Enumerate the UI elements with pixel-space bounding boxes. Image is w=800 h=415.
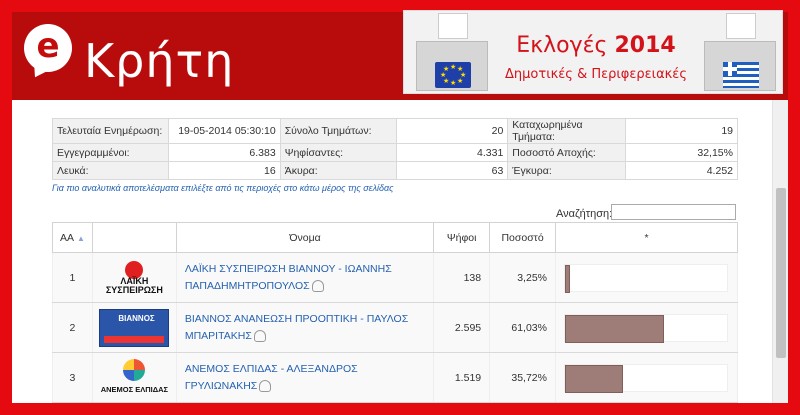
banner-title: Εκλογές 2014: [496, 33, 696, 58]
ballot-box: ★ ★ ★ ★ ★ ★ ★ ★: [416, 41, 488, 91]
valid-label: Έγκυρα:: [507, 161, 627, 180]
logo-text: ΛΑΪΚΗ ΣΥΣΠΕΙΡΩΣΗ: [105, 275, 163, 295]
viannos-logo-icon: ΒΙΑΝΝΟΣ: [99, 308, 170, 347]
banner-title-year: 2014: [614, 33, 676, 58]
bottom-frame: [0, 403, 800, 415]
row-votes: 1.519: [433, 352, 491, 403]
party-name-cell: ΑΝΕΜΟΣ ΕΛΠΙΔΑΣ - ΑΛΕΞΑΝΔΡΟΣ ΓΡΥΛΙΩΝΑΚΗΣ: [175, 352, 435, 403]
abstention-value: 32,15%: [625, 143, 738, 162]
table-row: 3 ΑΝΕΜΟΣ ΕΛΠΙΔΑΣ ΑΝΕΜΟΣ ΕΛΠΙΔΑΣ - ΑΛΕΞΑΝ…: [52, 352, 738, 403]
party-name-cell: ΒΙΑΝΝΟΣ ΑΝΑΝΕΩΣΗ ΠΡΟΟΠΤΙΚΗ - ΠΑΥΛΟΣ ΜΠΑΡ…: [175, 302, 435, 353]
ballot-box: [704, 41, 776, 91]
greek-ballot-box-icon: [704, 13, 776, 91]
banner-title-prefix: Εκλογές: [516, 33, 608, 58]
results-content: Τελευταία Ενημέρωση: 19-05-2014 05:30:10…: [12, 100, 788, 403]
sections-total-label: Σύνολο Τμημάτων:: [279, 118, 397, 144]
vote-share-bar: [565, 314, 664, 343]
registered-value: 6.383: [167, 143, 281, 162]
row-percent: 3,25%: [489, 252, 556, 303]
logo-text: ΑΝΕΜΟΣ ΕΛΠΙΔΑΣ: [100, 384, 169, 394]
row-votes: 2.595: [433, 302, 491, 353]
sort-asc-icon: ▲: [77, 233, 85, 243]
results-header-row: ΑΑ ▲ Όνομα Ψήφοι Ποσοστό *: [52, 222, 738, 253]
col-percent-header[interactable]: Ποσοστό: [489, 222, 556, 253]
col-votes-header[interactable]: Ψήφοι: [433, 222, 491, 253]
summary-row: Τελευταία Ενημέρωση: 19-05-2014 05:30:10…: [52, 118, 738, 144]
blank-value: 16: [167, 161, 281, 180]
invalid-value: 63: [395, 161, 509, 180]
valid-value: 4.252: [625, 161, 738, 180]
blank-label: Λευκά:: [52, 161, 169, 180]
party-name-link[interactable]: ΑΝΕΜΟΣ ΕΛΠΙΔΑΣ - ΑΛΕΞΑΝΔΡΟΣ ΓΡΥΛΙΩΝΑΚΗΣ: [185, 363, 358, 392]
bar-track: [564, 263, 728, 293]
logo-text: ΒΙΑΝΝΟΣ: [118, 313, 155, 323]
party-logo: ΒΙΑΝΝΟΣ: [91, 302, 177, 353]
row-bar-cell: [555, 302, 738, 353]
summary-table: Τελευταία Ενημέρωση: 19-05-2014 05:30:10…: [52, 118, 738, 180]
row-bar-cell: [555, 252, 738, 303]
bar-track: [564, 363, 728, 393]
vertical-scrollbar[interactable]: [772, 100, 788, 403]
invalid-label: Άκυρα:: [279, 161, 397, 180]
greek-flag-icon: [723, 62, 759, 88]
col-logo-header[interactable]: [91, 222, 177, 253]
row-votes: 138: [433, 252, 491, 303]
banner-subtitle: Δημοτικές & Περιφερειακές: [505, 67, 687, 82]
party-logo: ΑΝΕΜΟΣ ΕΛΠΙΔΑΣ: [91, 352, 177, 403]
party-name-link[interactable]: ΒΙΑΝΝΟΣ ΑΝΑΝΕΩΣΗ ΠΡΟΟΠΤΙΚΗ - ΠΑΥΛΟΣ ΜΠΑΡ…: [185, 313, 408, 342]
registered-label: Εγγεγραμμένοι:: [52, 143, 169, 162]
row-rank: 1: [52, 252, 93, 303]
sections-total-value: 20: [395, 118, 509, 144]
row-percent: 35,72%: [489, 352, 556, 403]
greek-flag-cross: [723, 62, 737, 76]
table-row: 1 ΛΑΪΚΗ ΣΥΣΠΕΙΡΩΣΗ ΛΑΪΚΗ ΣΥΣΠΕΙΡΩΣΗ ΒΙΑΝ…: [52, 252, 738, 303]
site-title[interactable]: Κρήτη: [84, 34, 234, 88]
pinwheel-icon: [123, 358, 146, 381]
voted-value: 4.331: [395, 143, 509, 162]
row-rank: 3: [52, 352, 93, 403]
candidate-icon[interactable]: [259, 379, 272, 392]
candidate-icon[interactable]: [253, 329, 266, 342]
party-logo: ΛΑΪΚΗ ΣΥΣΠΕΙΡΩΣΗ: [91, 252, 177, 303]
summary-row: Λευκά: 16 Άκυρα: 63 Έγκυρα: 4.252: [52, 161, 738, 180]
row-rank: 2: [52, 302, 93, 353]
eu-ballot-box-icon: ★ ★ ★ ★ ★ ★ ★ ★: [416, 13, 488, 91]
vote-share-bar: [565, 364, 623, 393]
sections-counted-value: 19: [625, 118, 738, 144]
search-label: Αναζήτηση:: [556, 208, 613, 220]
ballot-slip: [726, 13, 756, 39]
ekriti-logo-icon[interactable]: e: [24, 24, 72, 82]
row-bar-cell: [555, 352, 738, 403]
summary-row: Εγγεγραμμένοι: 6.383 Ψηφίσαντες: 4.331 Π…: [52, 143, 738, 162]
logo-banner-strip: [104, 335, 165, 343]
party-name-cell: ΛΑΪΚΗ ΣΥΣΠΕΙΡΩΣΗ ΒΙΑΝΝΟΥ - ΙΩΑΝΝΗΣ ΠΑΠΑΔ…: [175, 252, 435, 303]
col-bar-header[interactable]: *: [555, 222, 738, 253]
col-rank-header[interactable]: ΑΑ ▲: [52, 222, 93, 253]
abstention-label: Ποσοστό Αποχής:: [507, 143, 627, 162]
sections-counted-label: Καταχωρημένα Τμήματα:: [507, 118, 627, 144]
anemos-elpidas-logo-icon: ΑΝΕΜΟΣ ΕΛΠΙΔΑΣ: [99, 358, 169, 397]
last-update-label: Τελευταία Ενημέρωση:: [52, 118, 169, 144]
eu-flag-icon: ★ ★ ★ ★ ★ ★ ★ ★: [435, 62, 471, 88]
col-rank-label: ΑΑ: [59, 231, 74, 244]
vote-share-bar: [565, 264, 571, 293]
voted-label: Ψηφίσαντες:: [279, 143, 397, 162]
ballot-slip: [438, 13, 468, 39]
col-name-header[interactable]: Όνομα: [175, 222, 435, 253]
table-row: 2 ΒΙΑΝΝΟΣ ΒΙΑΝΝΟΣ ΑΝΑΝΕΩΣΗ ΠΡΟΟΠΤΙΚΗ - Π…: [52, 302, 738, 353]
search-input[interactable]: [611, 204, 736, 220]
party-name-link[interactable]: ΛΑΪΚΗ ΣΥΣΠΕΙΡΩΣΗ ΒΙΑΝΝΟΥ - ΙΩΑΝΝΗΣ ΠΑΠΑΔ…: [185, 263, 392, 292]
scrollbar-thumb[interactable]: [776, 188, 786, 358]
row-percent: 61,03%: [489, 302, 556, 353]
bar-track: [564, 313, 728, 343]
site-header: e Κρήτη ★ ★ ★ ★ ★ ★ ★ ★ Εκλογές 2014 Δημοτικ…: [0, 0, 800, 102]
last-update-value: 19-05-2014 05:30:10: [167, 118, 281, 144]
candidate-icon[interactable]: [311, 279, 324, 292]
laiki-syspeirosi-logo-icon: ΛΑΪΚΗ ΣΥΣΠΕΙΡΩΣΗ: [99, 259, 169, 297]
logo-letter: e: [36, 26, 60, 66]
elections-banner[interactable]: ★ ★ ★ ★ ★ ★ ★ ★ Εκλογές 2014 Δημοτικές & Περ…: [403, 10, 783, 94]
info-note: Για πιο αναλυτικά αποτελέσματα επιλέξτε …: [52, 183, 394, 193]
results-table: ΑΑ ▲ Όνομα Ψήφοι Ποσοστό * 1 ΛΑΪΚΗ ΣΥΣΠΕΙ…: [52, 222, 738, 403]
